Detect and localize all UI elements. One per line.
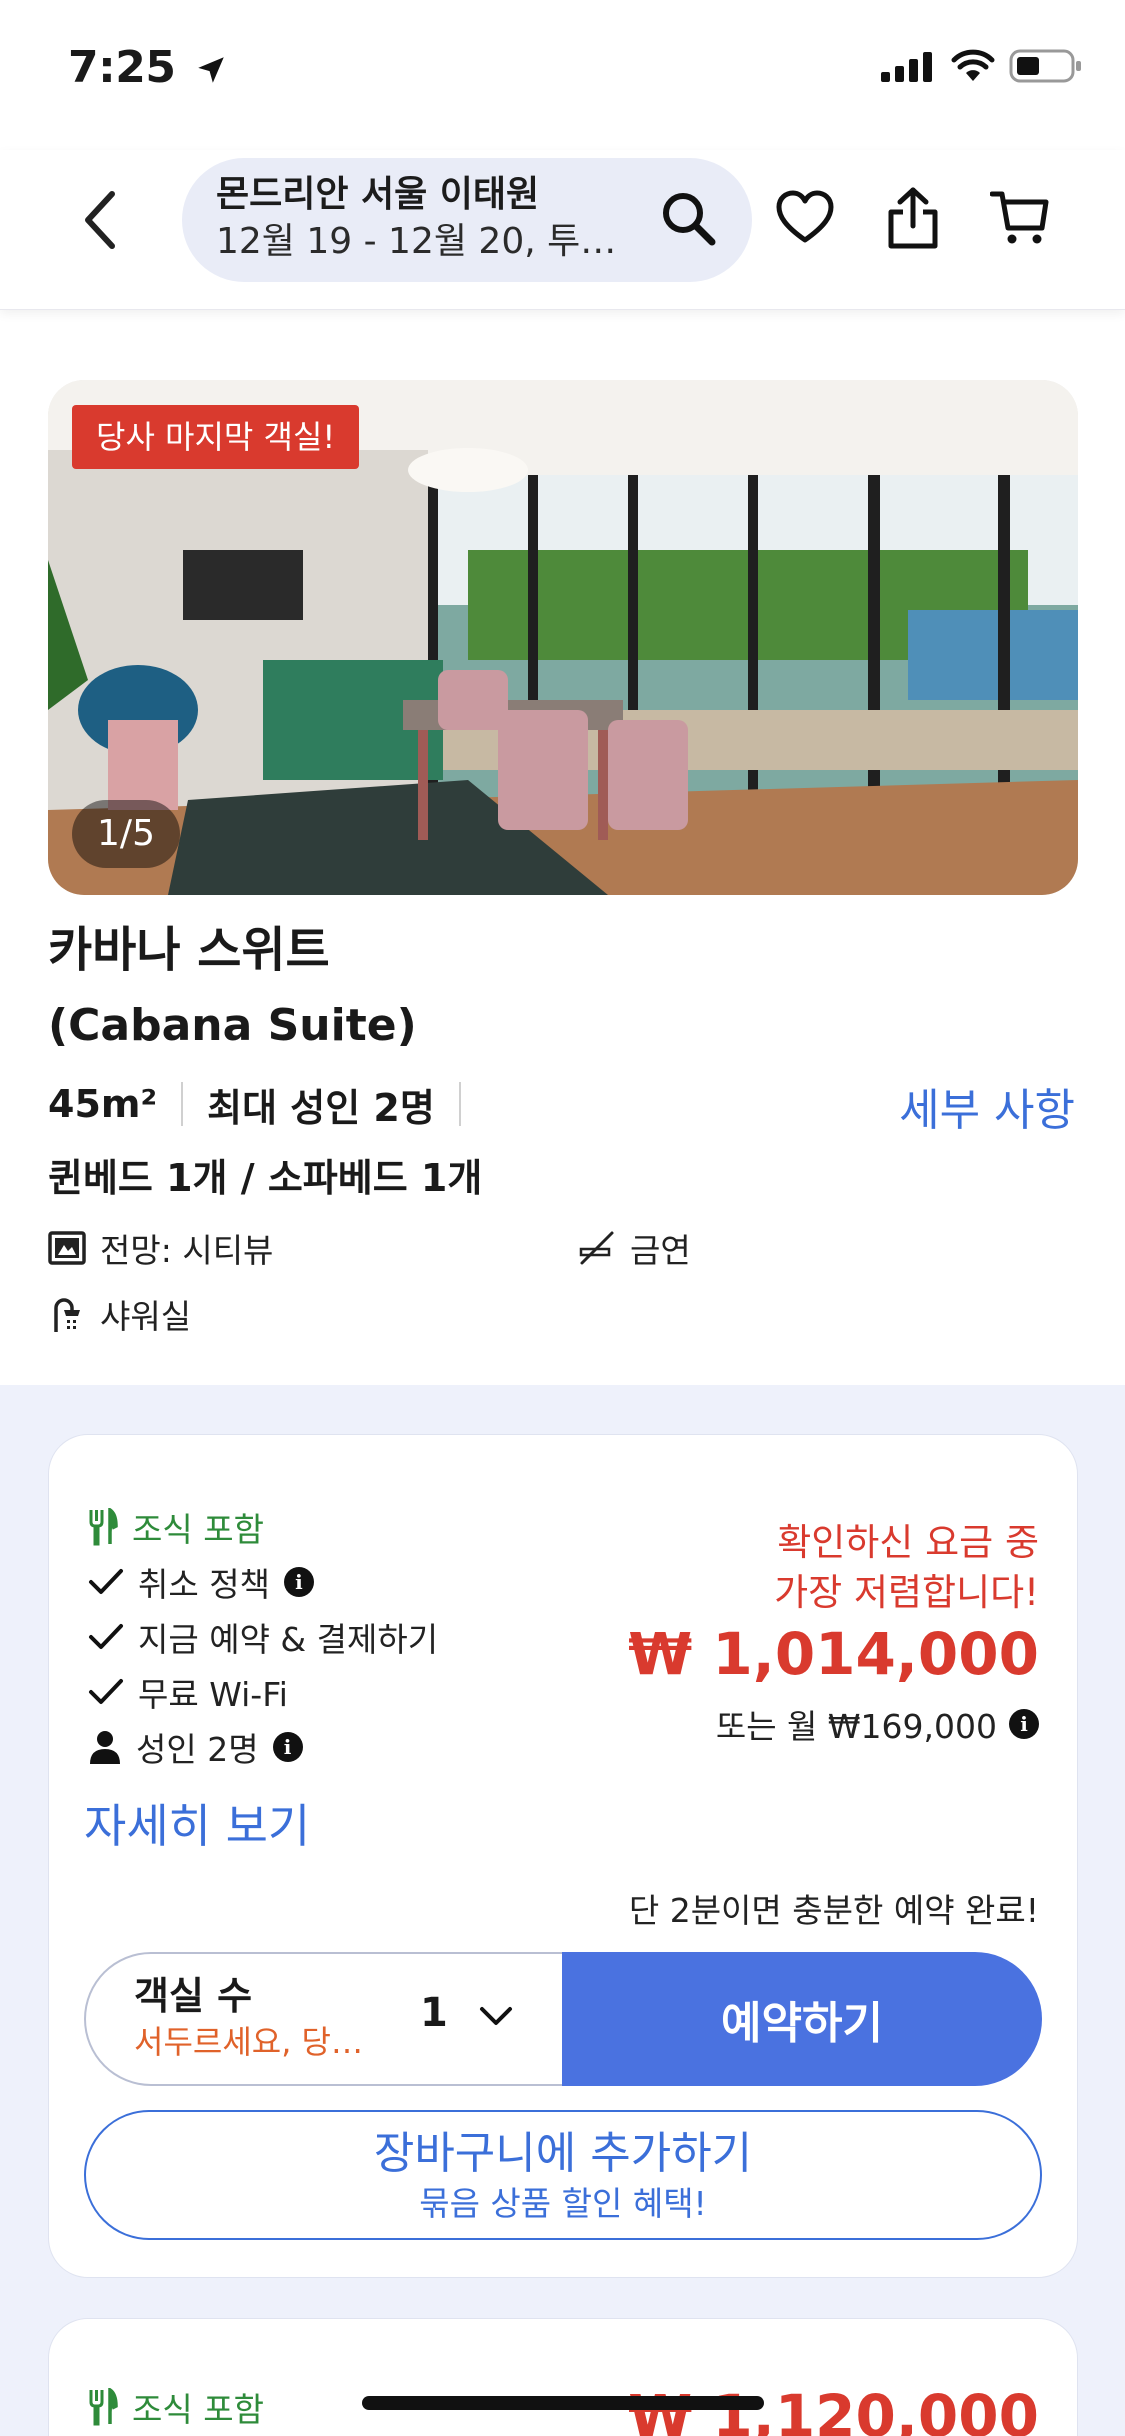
lowest-price-promo: 확인하신 요금 중 가장 저렴합니다!: [774, 1518, 1039, 1618]
feature-wifi-label: 무료 Wi-Fi: [138, 1675, 288, 1714]
room-size: 45m²: [48, 1082, 158, 1126]
photo-counter: 1/5: [72, 800, 180, 868]
promo-line-2: 가장 저렴합니다!: [774, 1571, 1039, 1614]
fork-knife-icon: [89, 2388, 118, 2426]
room-count-value[interactable]: 1: [420, 1990, 448, 2036]
chevron-left-icon: [85, 191, 115, 249]
feature-breakfast-label: 조식 포함: [132, 2390, 264, 2429]
last-room-badge: 당사 마지막 객실!: [72, 405, 360, 469]
cart-icon[interactable]: [989, 188, 1050, 252]
feature-pay-now-label: 지금 예약 & 결제하기: [138, 1620, 439, 1659]
person-icon: [90, 1731, 120, 1764]
bundle-discount-label: 묶음 상품 할인 혜택!: [419, 2184, 707, 2223]
heart-icon[interactable]: [775, 188, 835, 252]
fork-knife-icon: [89, 1508, 118, 1546]
feature-wifi: 무료 Wi-Fi: [88, 1665, 288, 1719]
book-button[interactable]: 예약하기: [562, 1952, 1042, 2086]
battery-icon: [1009, 49, 1081, 83]
info-icon[interactable]: i: [1009, 1709, 1039, 1739]
amenity-bath: 샤워실: [48, 1290, 191, 1338]
hotel-name: 몬드리안 서울 이태원: [216, 174, 540, 215]
status-indicators: [881, 48, 1083, 84]
quick-booking-note: 단 2분이면 충분한 예약 완료!: [628, 1891, 1039, 1930]
add-to-cart-label: 장바구니에 추가하기: [373, 2128, 753, 2179]
room-name-english: (Cabana Suite): [48, 1000, 417, 1051]
promo-line-1: 확인하신 요금 중: [777, 1521, 1039, 1564]
info-icon[interactable]: i: [283, 1567, 314, 1597]
search-icon[interactable]: [658, 188, 718, 252]
feature-adults-label: 성인 2명: [136, 1730, 259, 1769]
feature-cancellation-label: 취소 정책: [138, 1565, 270, 1604]
feature-breakfast: 조식 포함: [88, 1500, 264, 1554]
search-dates: 12월 19 - 12월 20, 투…: [216, 221, 617, 262]
wifi-icon: [951, 49, 995, 81]
divider: [181, 1082, 184, 1126]
status-time-text: 7:25: [68, 42, 176, 93]
room-price: ₩ 1,014,000: [628, 1620, 1039, 1688]
checkmark-icon: [89, 1679, 123, 1704]
checkmark-icon: [89, 1624, 123, 1649]
no-smoking-icon: [579, 1231, 614, 1265]
shower-icon: [54, 1298, 80, 1332]
add-to-cart-button[interactable]: 장바구니에 추가하기 묶음 상품 할인 혜택!: [84, 2110, 1042, 2240]
city-view-icon: [48, 1231, 86, 1265]
room-occupancy: 최대 성인 2명: [207, 1085, 435, 1130]
feature-cancellation: 취소 정책 i: [88, 1555, 314, 1609]
amenity-view: 전망: 시티뷰: [48, 1224, 273, 1272]
divider: [458, 1082, 461, 1126]
status-time: 7:25: [68, 42, 228, 93]
feature-adults: 성인 2명 i: [88, 1720, 303, 1774]
location-arrow-icon: [198, 57, 225, 83]
monthly-price: 또는 월 ₩169,000 i: [716, 1700, 1039, 1748]
chevron-down-icon[interactable]: [478, 2004, 514, 2032]
monthly-price-label: 또는 월 ₩169,000: [715, 1707, 997, 1746]
amenity-smoking-label: 금연: [630, 1231, 691, 1270]
checkmark-icon: [89, 1569, 123, 1594]
signal-icon: [881, 52, 932, 82]
room-name: 카바나 스위트: [48, 922, 330, 978]
amenity-bath-label: 샤워실: [100, 1297, 192, 1336]
amenity-smoking: 금연: [578, 1224, 691, 1272]
home-indicator[interactable]: [362, 2396, 764, 2410]
amenity-view-label: 전망: 시티뷰: [100, 1231, 274, 1270]
feature-pay-now: 지금 예약 & 결제하기: [88, 1610, 438, 1664]
more-details-link[interactable]: 자세히 보기: [84, 1790, 310, 1856]
room-meta: 45m² 최대 성인 2명: [48, 1078, 485, 1130]
bed-info: 퀸베드 1개 / 소파베드 1개: [48, 1156, 483, 1200]
back-button[interactable]: [70, 190, 130, 250]
feature-breakfast-label: 조식 포함: [132, 1510, 264, 1549]
room-details-link[interactable]: 세부 사항: [899, 1074, 1075, 1138]
feature-breakfast: 조식 포함: [88, 2380, 264, 2434]
info-icon[interactable]: i: [272, 1732, 303, 1762]
share-icon[interactable]: [885, 186, 941, 254]
